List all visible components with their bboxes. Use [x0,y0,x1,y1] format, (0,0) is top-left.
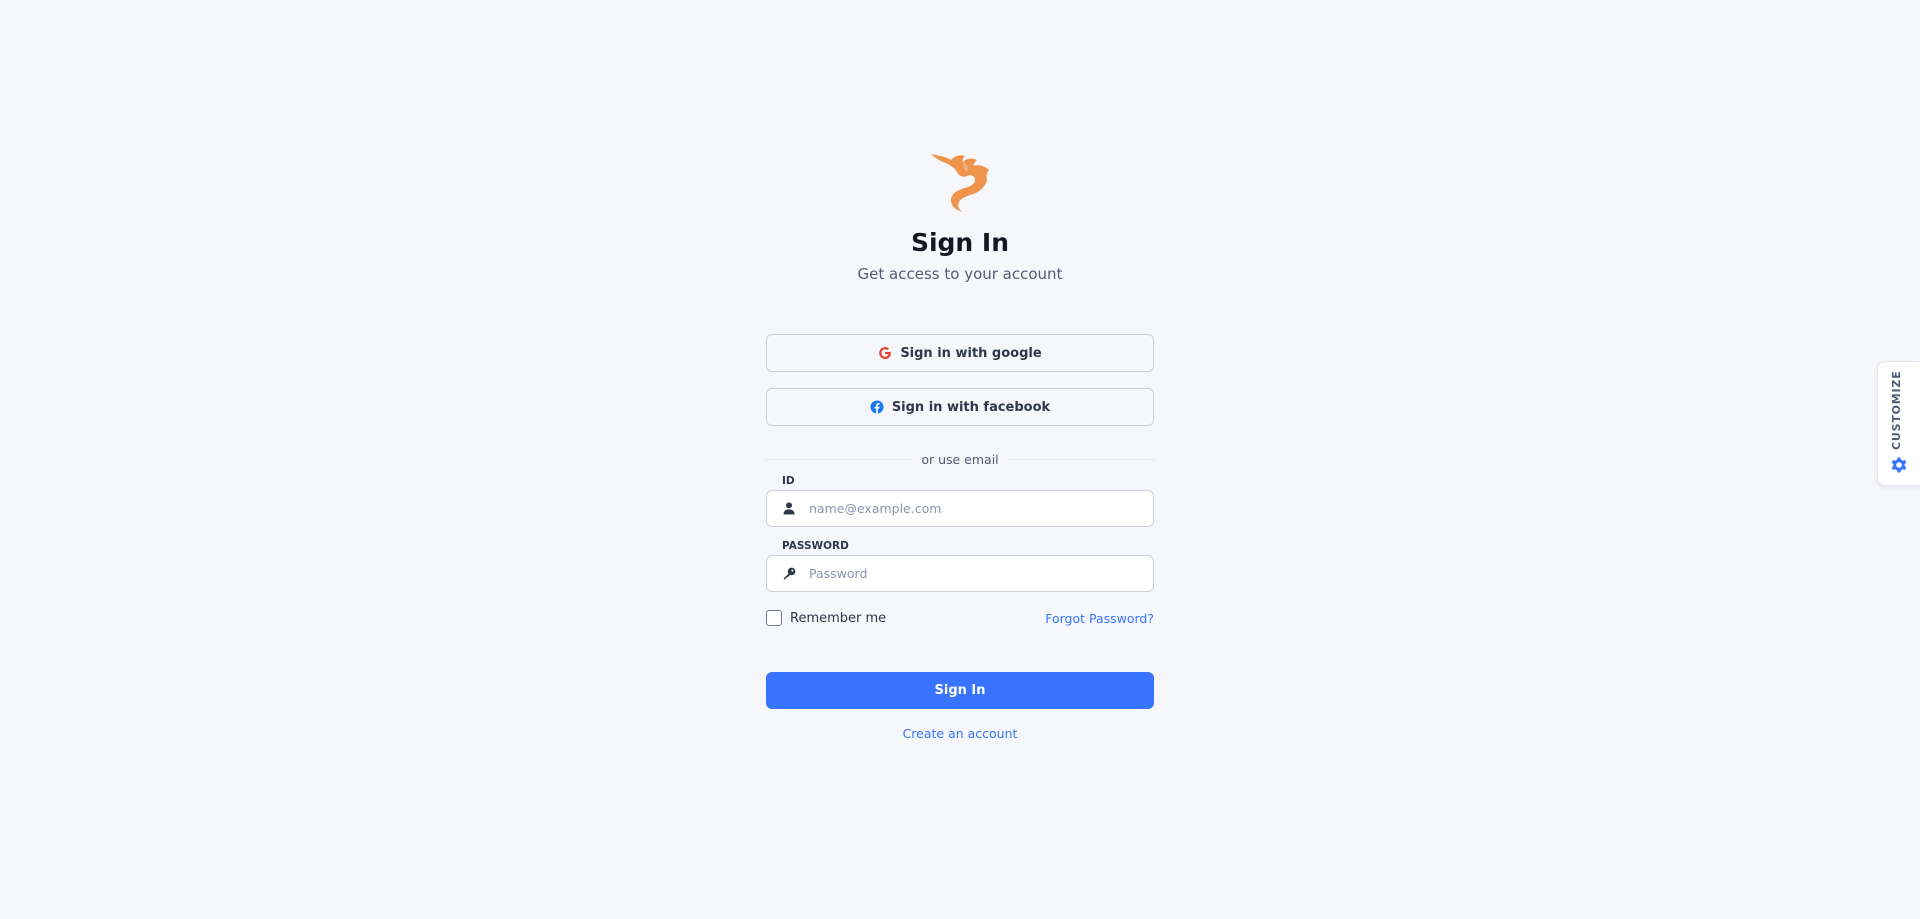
id-field-label: ID [782,475,795,487]
email-divider: or use email [766,449,1154,469]
create-account-link[interactable]: Create an account [766,726,1154,741]
user-icon [782,502,796,516]
phoenix-logo-icon [931,154,989,212]
divider-text: or use email [921,451,999,467]
facebook-signin-label: Sign in with facebook [891,399,1051,415]
page-subtitle: Get access to your account [857,265,1063,283]
key-icon [782,567,796,581]
google-signin-button[interactable]: Sign in with google [766,334,1154,372]
id-input[interactable] [807,492,1153,525]
signin-submit-button[interactable]: Sign In [766,672,1154,709]
signin-container: Sign In Get access to your account Sign … [766,150,1154,741]
facebook-signin-button[interactable]: Sign in with facebook [766,388,1154,426]
remember-me-label[interactable]: Remember me [790,611,886,626]
options-row: Remember me Forgot Password? [766,610,1154,626]
remember-me[interactable]: Remember me [766,610,886,626]
remember-me-checkbox[interactable] [766,610,782,626]
forgot-password-link[interactable]: Forgot Password? [1045,611,1154,626]
password-field-label: PASSWORD [782,540,849,552]
password-field[interactable] [766,555,1154,592]
id-field[interactable] [766,490,1154,527]
facebook-icon [870,400,884,414]
page-title: Sign In [910,228,1010,257]
customize-label: CUSTOMIZE [1890,370,1903,450]
divider-line-right [1008,458,1154,460]
google-signin-label: Sign in with google [900,345,1042,361]
customize-panel-toggle[interactable]: CUSTOMIZE [1877,361,1920,486]
gear-icon [1891,457,1907,473]
google-icon [879,347,892,359]
divider-line-left [766,458,912,460]
password-input[interactable] [807,557,1153,590]
